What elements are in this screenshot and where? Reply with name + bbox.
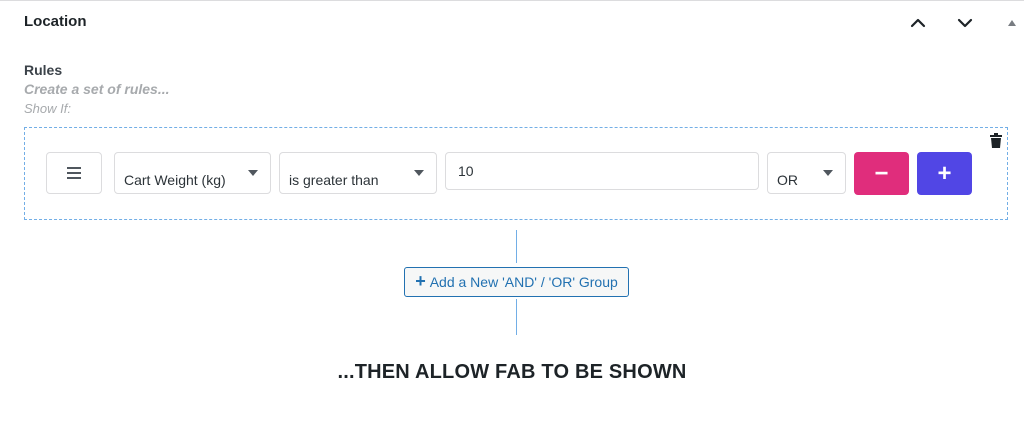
add-rule-button[interactable]: + (917, 152, 972, 195)
rules-label: Rules (24, 62, 63, 78)
rule-logic-select[interactable]: OR (767, 152, 846, 194)
rule-value-text: 10 (458, 163, 474, 179)
rule-field-value: Cart Weight (kg) (124, 172, 226, 188)
connector-line-bottom (516, 299, 517, 335)
connector-line-top (516, 230, 517, 263)
rule-operator-select[interactable]: is greater than (279, 152, 437, 194)
add-group-button[interactable]: + Add a New 'AND' / 'OR' Group (404, 267, 629, 297)
rule-field-select[interactable]: Cart Weight (kg) (114, 152, 271, 194)
plus-icon: + (415, 271, 426, 291)
remove-rule-button[interactable]: − (854, 152, 909, 195)
drag-handle[interactable] (46, 152, 102, 194)
caret-down-icon (248, 170, 258, 176)
panel-title: Location (24, 13, 87, 30)
plus-icon: + (937, 159, 952, 187)
minus-icon: − (874, 159, 889, 187)
move-up-button[interactable] (906, 11, 930, 35)
panel-header: Location (0, 1, 1024, 45)
rule-operator-value: is greater than (289, 172, 379, 188)
rule-value-input[interactable]: 10 (445, 152, 759, 190)
menu-icon (67, 167, 81, 179)
caret-down-icon (414, 170, 424, 176)
add-group-label: Add a New 'AND' / 'OR' Group (429, 274, 618, 290)
then-statement: ...THEN ALLOW FAB TO BE SHOWN (337, 361, 687, 383)
chevron-up-icon (910, 18, 926, 28)
rule-logic-value: OR (777, 172, 798, 188)
delete-group-button[interactable] (989, 133, 1003, 149)
move-down-button[interactable] (953, 11, 977, 35)
toggle-panel-button[interactable] (1000, 11, 1024, 35)
triangle-up-icon (1008, 20, 1016, 26)
caret-down-icon (823, 170, 833, 176)
chevron-down-icon (957, 18, 973, 28)
rules-description: Create a set of rules... (24, 81, 170, 97)
trash-icon (990, 133, 1002, 148)
show-if-label: Show If: (24, 101, 71, 116)
